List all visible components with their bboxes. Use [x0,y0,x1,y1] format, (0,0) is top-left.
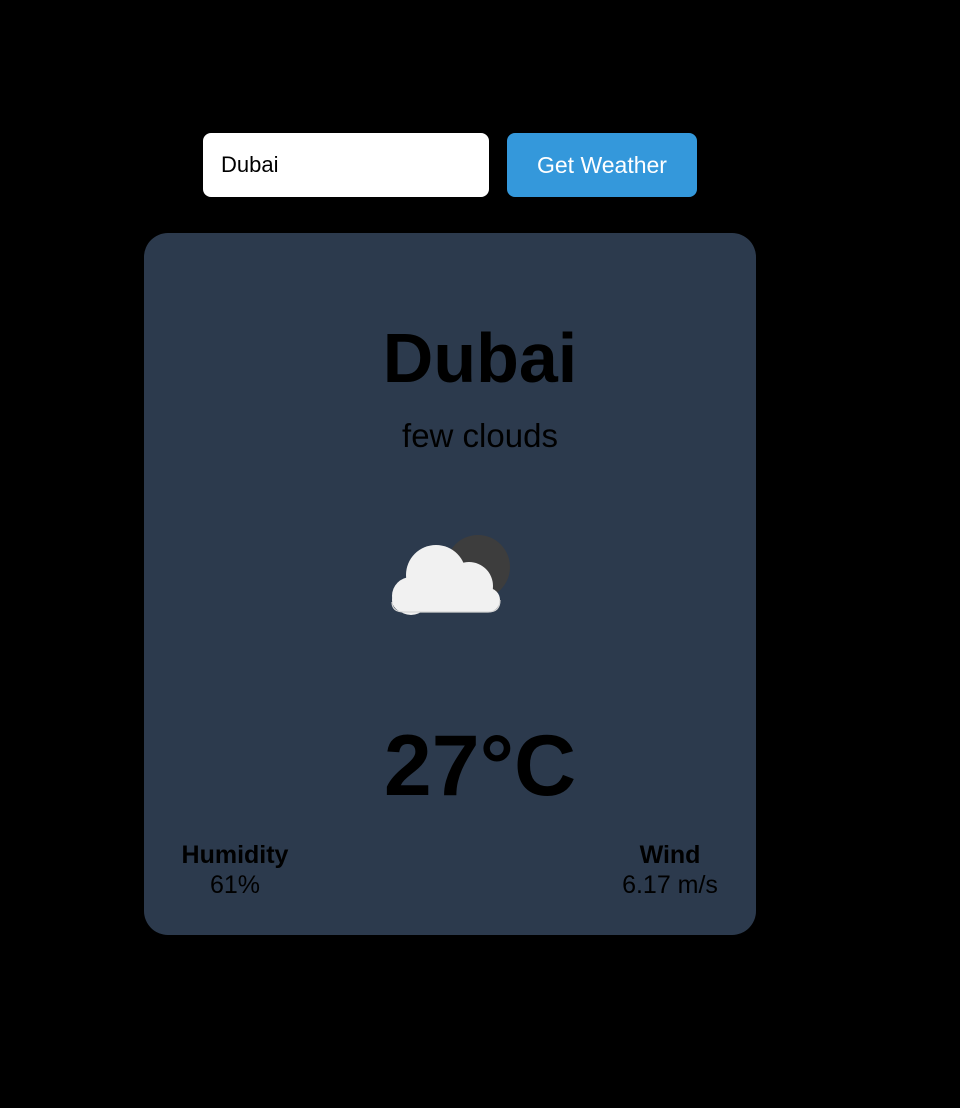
wind-value: 6.17 m/s [622,871,718,899]
few-clouds-icon-graphic [391,535,510,615]
humidity-value: 61% [209,871,261,899]
search-bar: Get Weather [203,133,697,197]
get-weather-button[interactable]: Get Weather [507,133,697,197]
humidity-label: Humidity [181,841,289,869]
wind-stat: Wind 6.17 m/s [610,840,730,900]
weather-description: few clouds [402,417,558,454]
city-name: Dubai [382,319,578,397]
few-clouds-icon [386,530,516,620]
humidity-stat: Humidity 61% [175,840,295,900]
temperature: 27°C [383,718,577,814]
city-input[interactable] [203,133,489,197]
wind-label: Wind [639,841,701,869]
